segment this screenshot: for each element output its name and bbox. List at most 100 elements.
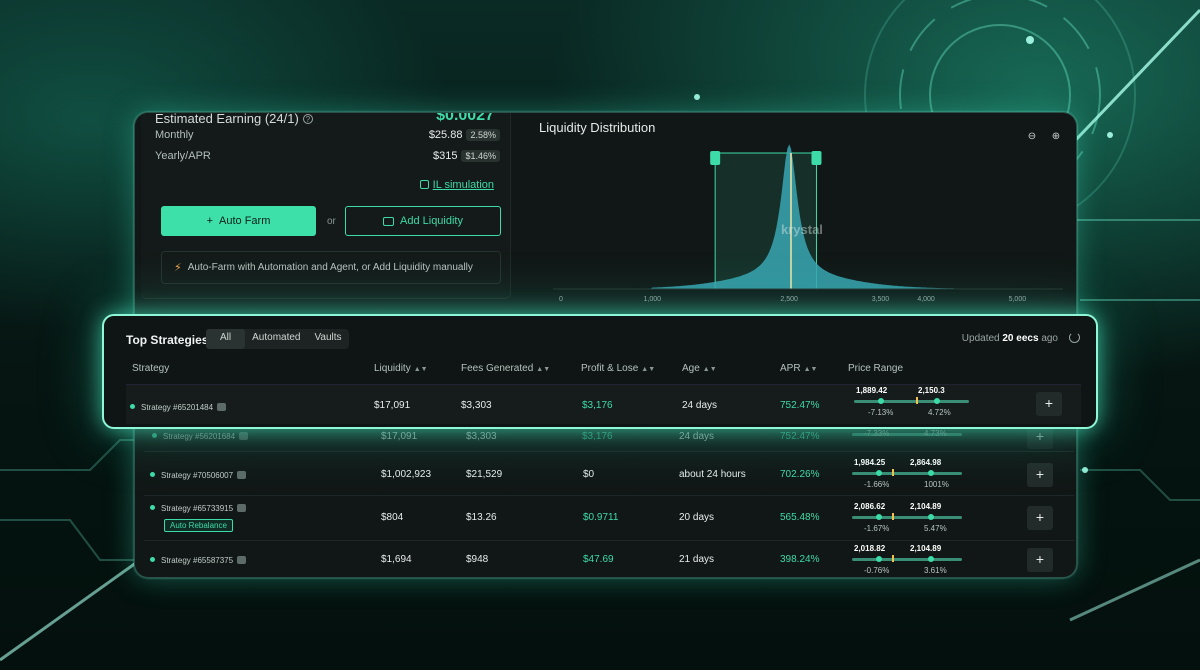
price-range: 1,889.42 2,150.3 -7.13% 4.72% xyxy=(852,386,972,422)
column-header-price-range: Price Range xyxy=(848,363,903,374)
range-high: 2,150.3 xyxy=(918,386,945,395)
table-row-highlighted[interactable]: Strategy #65201484 $17,091 $3,303 $3,176… xyxy=(126,384,1081,424)
add-strategy-button[interactable]: + xyxy=(1027,463,1053,487)
x-tick-label: 1,000 xyxy=(644,296,662,303)
earning-card: Estimated Earning (24/1)? $0.0027 Monthl… xyxy=(141,113,511,299)
strategy-name[interactable]: Strategy #65201484 xyxy=(130,403,227,412)
updated-value: 20 eecs xyxy=(1002,333,1039,344)
status-dot xyxy=(150,472,155,477)
price-range: 2,086.62 2,104.89 -1.67% 5.47% xyxy=(850,502,970,536)
apr-value: 752.47% xyxy=(780,400,820,411)
profit-value: $47.69 xyxy=(583,554,614,565)
simulation-icon xyxy=(419,180,429,189)
range-handle-right[interactable] xyxy=(811,151,822,165)
monthly-row: Monthly $25.88 2.58% xyxy=(155,129,500,141)
column-header-strategy[interactable]: Strategy xyxy=(132,363,169,374)
x-tick-label: 5,000 xyxy=(1009,296,1027,303)
table-row[interactable]: Strategy #56201684 $17,091 $3,303 $3,176… xyxy=(134,425,1077,449)
range-knob[interactable] xyxy=(928,514,934,520)
sort-icon: ▲▼ xyxy=(413,366,428,373)
add-liquidity-button[interactable]: Add Liquidity xyxy=(345,206,501,236)
column-header-profit[interactable]: Profit & Lose ▲▼ xyxy=(581,363,655,374)
status-dot xyxy=(130,404,135,409)
sort-icon: ▲▼ xyxy=(536,366,551,373)
liquidity-value: $17,091 xyxy=(381,431,418,442)
auto-farm-button[interactable]: + Auto Farm xyxy=(161,206,316,236)
price-range: 2,018.82 2,104.89 -0.76% 3.61% xyxy=(850,544,970,578)
yearly-label: Yearly/APR xyxy=(155,150,211,162)
age-value: about 24 hours xyxy=(679,469,746,480)
status-dot xyxy=(150,505,155,510)
range-knob[interactable] xyxy=(876,556,882,562)
current-price-marker xyxy=(892,513,894,520)
question-icon[interactable]: ? xyxy=(302,114,313,124)
strategy-id: Strategy #65587375 xyxy=(161,556,234,565)
range-knob[interactable] xyxy=(928,470,934,476)
range-pct-high: 1001% xyxy=(924,480,949,489)
il-simulation-link[interactable]: IL simulation xyxy=(419,179,494,191)
x-tick-label: 3,500 xyxy=(872,296,890,303)
monthly-pct-badge: 2.58% xyxy=(466,129,500,141)
column-label: Profit & Lose xyxy=(581,363,639,374)
top-strategies-title: Top Strategies xyxy=(126,333,209,347)
add-strategy-button[interactable]: + xyxy=(1027,548,1053,572)
column-header-fees[interactable]: Fees Generated ▲▼ xyxy=(461,363,550,374)
range-low: 1,889.42 xyxy=(856,386,888,395)
sort-icon: ▲▼ xyxy=(641,366,656,373)
tab-vaults[interactable]: Vaults xyxy=(308,329,349,349)
tab-automated[interactable]: Automated xyxy=(245,329,307,349)
add-liquidity-label: Add Liquidity xyxy=(400,215,463,227)
updated-status: Updated 20 eecs ago xyxy=(962,333,1058,344)
add-strategy-button[interactable]: + xyxy=(1036,392,1062,416)
profit-value: $3,176 xyxy=(582,400,613,411)
strategy-name[interactable]: Strategy #56201684 xyxy=(152,432,249,441)
range-knob[interactable] xyxy=(878,398,884,404)
range-pct-low: -1.67% xyxy=(864,524,890,533)
refresh-icon[interactable] xyxy=(1069,332,1080,343)
range-knob[interactable] xyxy=(876,514,882,520)
strategy-name[interactable]: Strategy #70506007 xyxy=(150,471,247,480)
fees-value: $3,303 xyxy=(466,431,497,442)
fees-value: $3,303 xyxy=(461,400,492,411)
notice-text: Auto-Farm with Automation and Agent, or … xyxy=(187,262,473,273)
liquidity-chart-panel: Liquidity Distribution ⊖ ⊕ 0 1,000 2,500 3,… xyxy=(523,113,1077,313)
yearly-row: Yearly/APR $315 $1.46% xyxy=(155,150,500,162)
add-strategy-button[interactable]: + xyxy=(1027,506,1053,530)
current-price-marker xyxy=(892,555,894,562)
range-knob[interactable] xyxy=(928,556,934,562)
column-header-age[interactable]: Age ▲▼ xyxy=(682,363,717,374)
column-label: Price Range xyxy=(848,363,904,374)
range-knob[interactable] xyxy=(934,398,940,404)
range-low: 1,984.25 xyxy=(854,458,886,467)
range-pct-low: -0.76% xyxy=(864,566,890,575)
range-handle-left[interactable] xyxy=(710,151,721,165)
range-knob[interactable] xyxy=(876,470,882,476)
strategy-name[interactable]: Strategy #65733915 xyxy=(150,504,247,513)
fees-value: $21,529 xyxy=(466,469,503,480)
table-row[interactable]: Strategy #65733915 Auto Rebalance $804 $… xyxy=(134,496,1077,540)
liquidity-distribution-chart[interactable]: 0 1,000 2,500 3,500 4,000 5,000 krystal xyxy=(523,113,1077,313)
sort-icon: ▲▼ xyxy=(803,366,818,373)
profit-value: $0 xyxy=(583,469,595,480)
range-bar xyxy=(854,400,969,403)
updated-prefix: Updated xyxy=(961,333,1000,344)
earning-title-text: Estimated Earning (24/1) xyxy=(155,112,299,126)
apr-value: 398.24% xyxy=(780,554,820,565)
strategy-name[interactable]: Strategy #65587375 xyxy=(150,556,247,565)
range-bar xyxy=(852,516,962,519)
column-header-liquidity[interactable]: Liquidity ▲▼ xyxy=(374,363,428,374)
strategy-rows-lower: Strategy #56201684 $17,091 $3,303 $3,176… xyxy=(134,425,1077,578)
updated-suffix: ago xyxy=(1041,333,1058,344)
yearly-pct-badge: $1.46% xyxy=(461,150,500,162)
age-value: 24 days xyxy=(679,431,715,442)
range-bar xyxy=(852,472,962,475)
range-pct-high: 5.47% xyxy=(924,524,947,533)
table-row[interactable]: Strategy #70506007 $1,002,923 $21,529 $0… xyxy=(134,452,1077,495)
column-label: Strategy xyxy=(132,363,170,374)
range-high: 2,104.89 xyxy=(910,544,942,553)
robot-icon xyxy=(237,471,247,479)
plus-icon: + xyxy=(206,215,214,227)
column-header-apr[interactable]: APR ▲▼ xyxy=(780,363,817,374)
table-row[interactable]: Strategy #65587375 $1,694 $948 $47.69 21… xyxy=(134,541,1077,578)
tab-all[interactable]: All xyxy=(206,329,246,349)
